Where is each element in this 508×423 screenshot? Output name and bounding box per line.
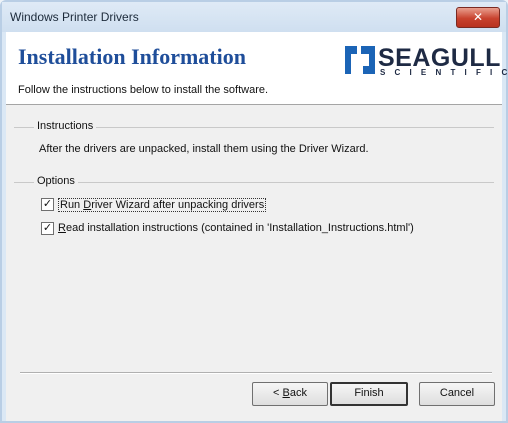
installer-window: Windows Printer Drivers ✕ Installation I… <box>0 0 508 423</box>
page-title: Installation Information <box>18 44 246 69</box>
read-instructions-label[interactable]: Read installation instructions (containe… <box>58 222 414 234</box>
finish-button[interactable]: Finish <box>330 382 408 406</box>
seagull-scientific-logo: SEAGULL SCIENTIFIC <box>345 44 507 78</box>
page-subtitle: Follow the instructions below to install… <box>18 84 269 96</box>
close-icon: ✕ <box>472 10 484 24</box>
window-title: Windows Printer Drivers <box>10 10 139 24</box>
wizard-header: Installation Information Follow the inst… <box>6 32 507 105</box>
options-group-label: Options <box>34 175 78 187</box>
run-wizard-checkbox[interactable]: ✓ <box>41 198 54 211</box>
button-separator <box>20 372 492 374</box>
instructions-group-label: Instructions <box>34 120 97 132</box>
back-button[interactable]: < Back <box>252 382 328 406</box>
cancel-button[interactable]: Cancel <box>419 382 495 406</box>
close-button[interactable]: ✕ <box>456 7 500 28</box>
title-bar[interactable]: Windows Printer Drivers ✕ <box>2 2 506 32</box>
instructions-text: After the drivers are unpacked, install … <box>39 143 369 155</box>
logo-subword: SCIENTIFIC <box>380 68 508 77</box>
seagull-logo-icon <box>345 46 375 74</box>
wizard-body: Instructions After the drivers are unpac… <box>6 105 502 421</box>
run-wizard-label[interactable]: Run Driver Wizard after unpacking driver… <box>58 198 267 212</box>
read-instructions-checkbox[interactable]: ✓ <box>41 222 54 235</box>
options-group-line <box>14 182 494 183</box>
